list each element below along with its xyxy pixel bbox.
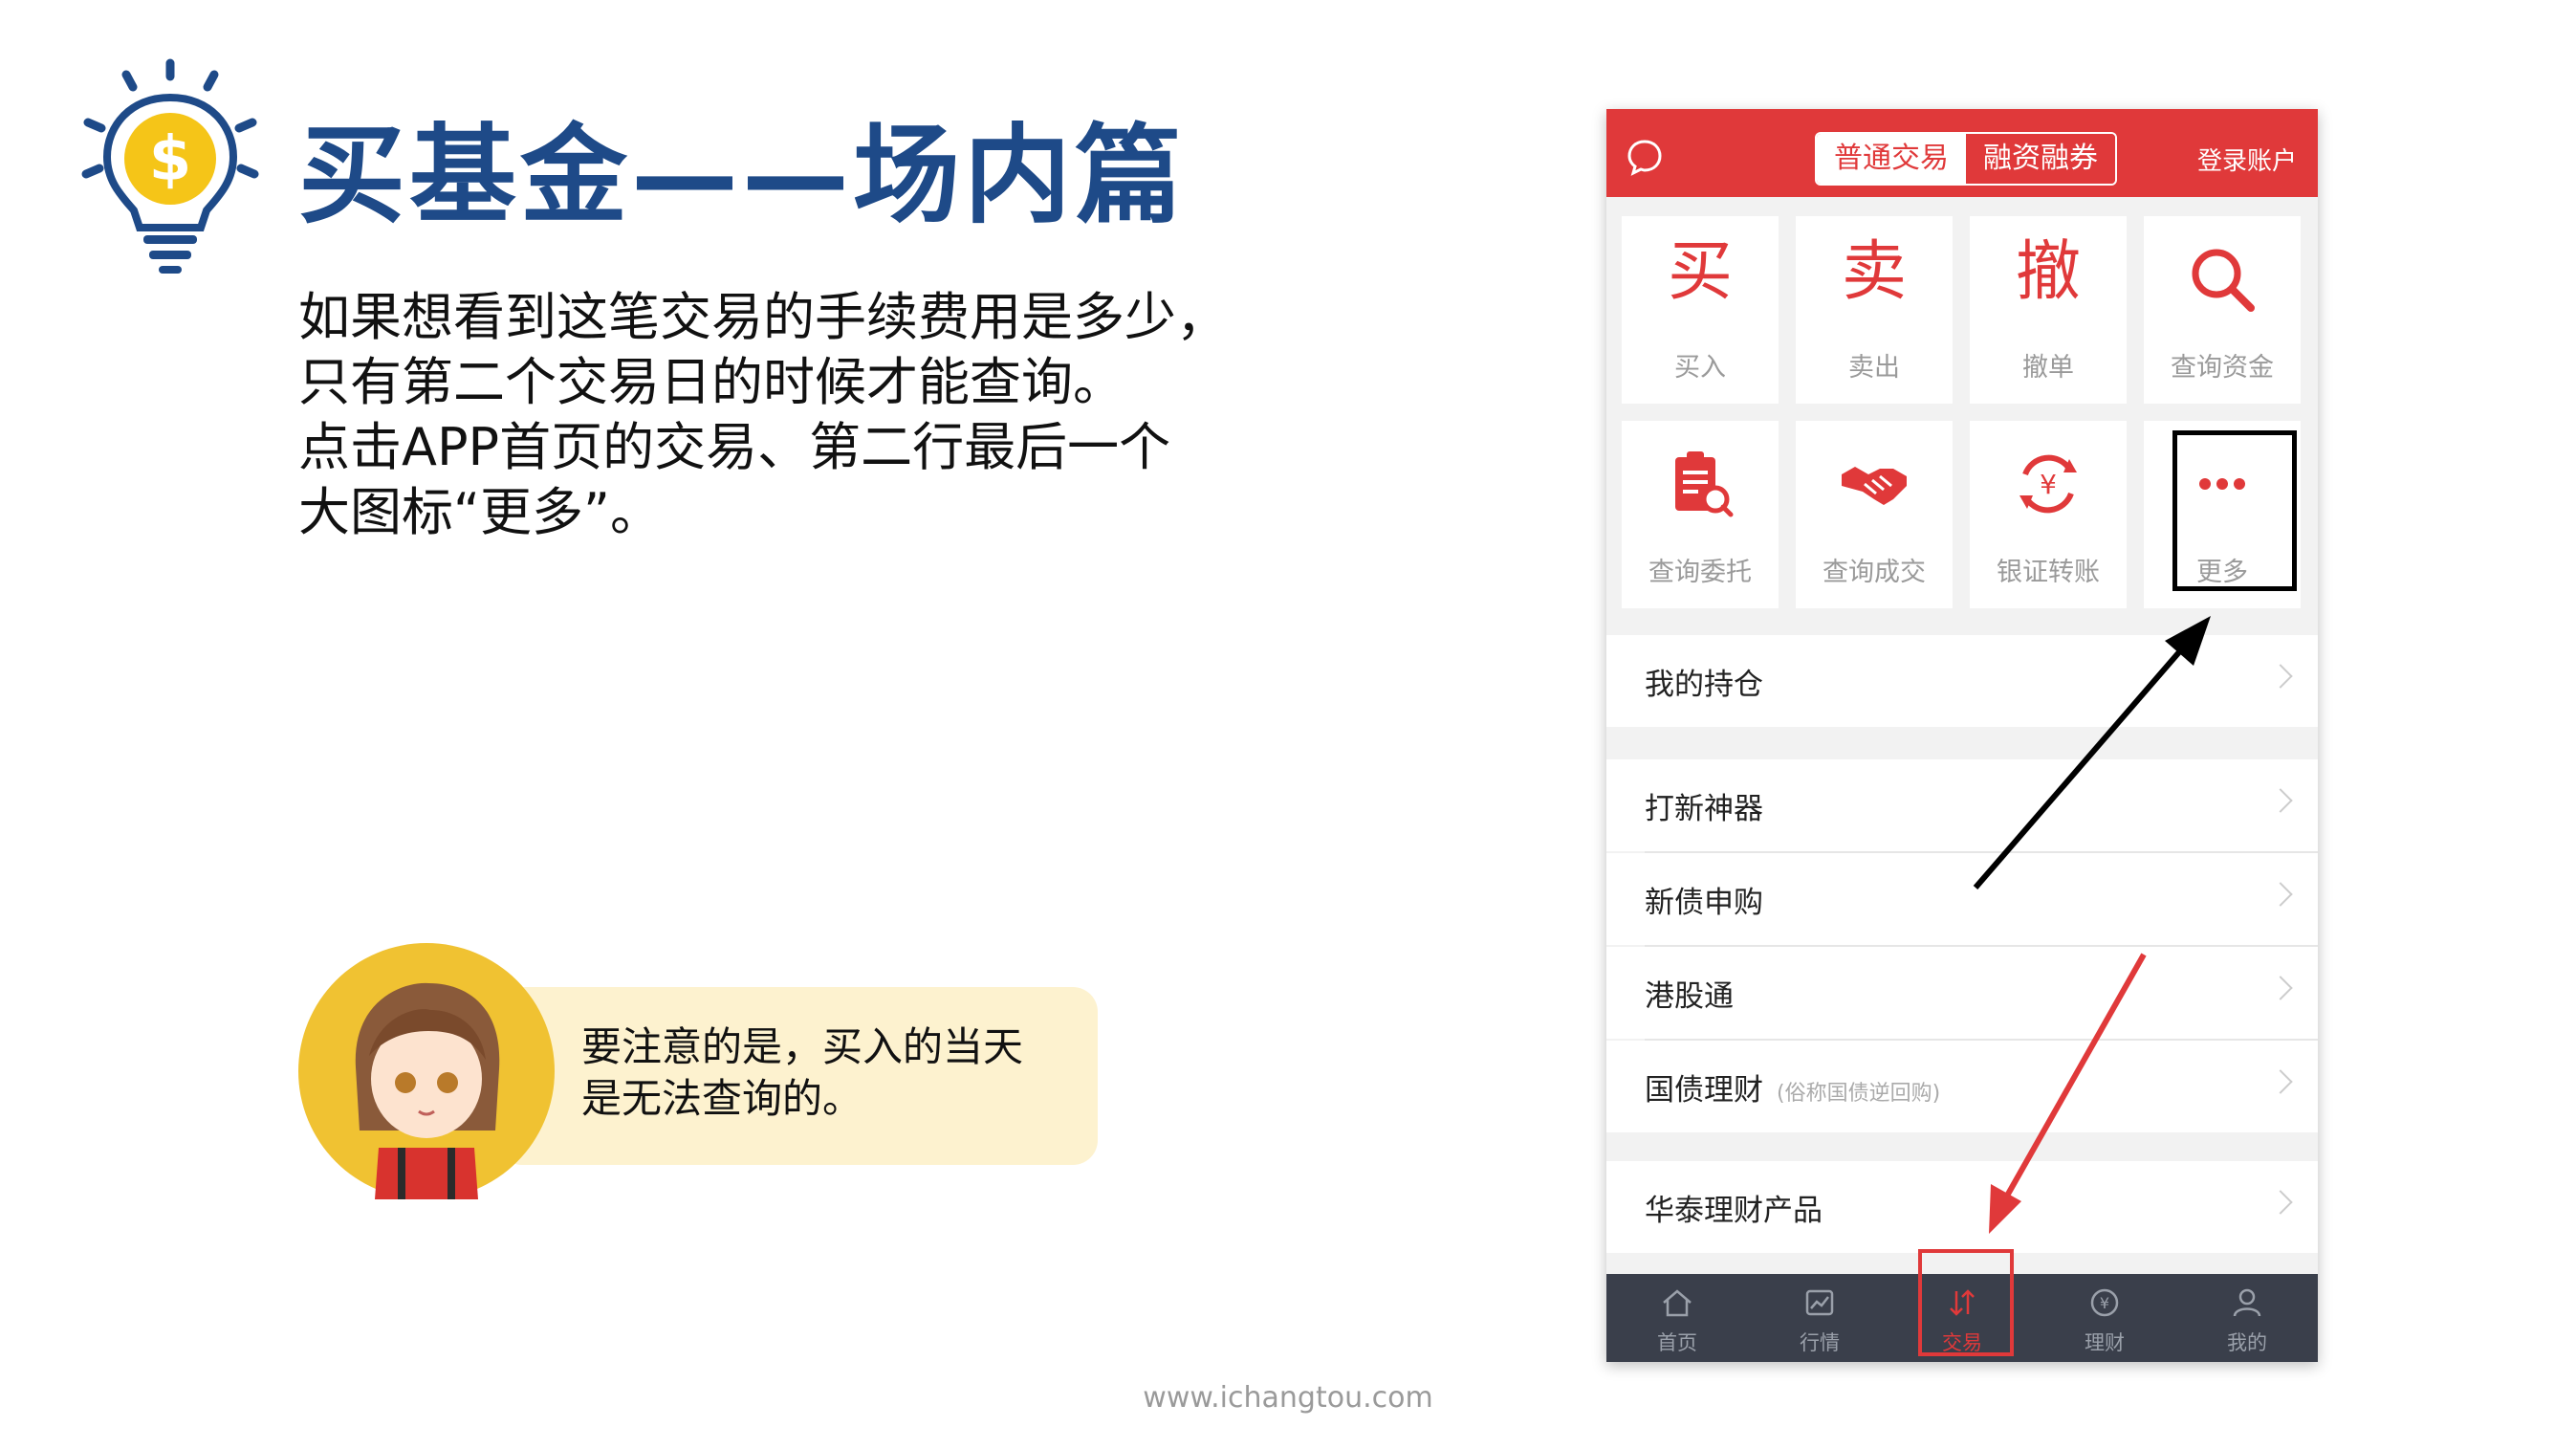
chevron-right-icon (2268, 976, 2293, 1000)
buy-glyph: 买 (1667, 234, 1733, 310)
page-title: 买基金——场内篇 (298, 114, 1186, 238)
tab-normal-trade[interactable]: 普通交易 (1817, 134, 1966, 184)
chevron-right-icon (2268, 788, 2293, 813)
list-item-label: 华泰理财产品 (1645, 1194, 1823, 1228)
tile-label: 查询委托 (1648, 558, 1752, 587)
list-item-wealth-products[interactable]: 华泰理财产品 (1606, 1161, 2318, 1253)
yen-transfer-icon: ¥ (2019, 454, 2077, 514)
tab-mine[interactable]: 我的 (2176, 1274, 2318, 1362)
chevron-right-icon (2268, 664, 2293, 689)
tab-label: 理财 (2085, 1331, 2125, 1354)
tip-line: 要注意的是，买入的当天 (581, 1023, 1024, 1070)
tile-label: 查询成交 (1823, 558, 1926, 587)
chart-icon (1805, 1289, 1834, 1316)
tab-label: 行情 (1800, 1331, 1840, 1354)
list-item-new-bond[interactable]: 新债申购 (1606, 853, 2318, 945)
list-item-holdings[interactable]: 我的持仓 (1606, 635, 2318, 727)
more-highlight-box (2172, 430, 2297, 591)
tab-wealth[interactable]: ¥ 理财 (2034, 1274, 2175, 1362)
tile-label: 银证转账 (1997, 558, 2100, 587)
chevron-right-icon (2268, 882, 2293, 907)
list-item-label: 打新神器 (1645, 792, 1763, 826)
chevron-right-icon (2268, 1190, 2293, 1215)
tile-query-orders[interactable]: 查询委托 (1622, 421, 1779, 608)
footer-url: www.ichangtou.com (1143, 1381, 1433, 1415)
chevron-right-icon (2268, 1069, 2293, 1094)
tab-label: 我的 (2227, 1331, 2267, 1354)
yen-circle-icon: ¥ (2090, 1288, 2119, 1317)
instruction-line: 如果想看到这笔交易的手续费用是多少， (298, 287, 1228, 347)
trade-tab-highlight-box (1918, 1249, 2014, 1356)
instruction-line: 只有第二个交易日的时候才能查询。 (298, 352, 1124, 412)
lightbulb-dollar-icon: $ (81, 58, 259, 274)
list-item-ipo[interactable]: 打新神器 (1606, 759, 2318, 851)
login-account-button[interactable]: 登录账户 (2197, 142, 2297, 177)
tile-label: 卖出 (1848, 353, 1900, 383)
tip-line: 是无法查询的。 (581, 1075, 863, 1122)
list-item-label: 新债申购 (1645, 886, 1763, 920)
list-item-label: 港股通 (1645, 979, 1734, 1014)
user-icon (2233, 1288, 2261, 1317)
tile-bank-transfer[interactable]: ¥ 银证转账 (1970, 421, 2127, 608)
treasury-note: (俗称国债逆回购) (1777, 1082, 1941, 1106)
tab-market[interactable]: 行情 (1749, 1274, 1890, 1362)
instruction-line: 点击APP首页的交易、第二行最后一个 (298, 417, 1171, 477)
home-icon (1663, 1289, 1692, 1317)
tile-label: 撤单 (2022, 353, 2074, 383)
tab-margin-trade[interactable]: 融资融券 (1966, 134, 2115, 184)
tab-label: 首页 (1657, 1331, 1697, 1354)
sell-glyph: 卖 (1841, 234, 1907, 310)
clipboard-search-icon (1675, 451, 1734, 517)
app-header: 普通交易 融资融券 登录账户 (1606, 109, 2318, 197)
svg-text:$: $ (149, 124, 192, 195)
tile-cancel[interactable]: 撤 撤单 (1970, 216, 2127, 404)
tile-buy[interactable]: 买 买入 (1622, 216, 1779, 404)
chat-bubble-icon[interactable] (1626, 138, 1664, 176)
svg-text:¥: ¥ (2040, 469, 2057, 500)
tile-query-funds[interactable]: 查询资金 (2144, 216, 2301, 404)
search-icon (2192, 249, 2255, 312)
instruction-text: 如果想看到这笔交易的手续费用是多少， 只有第二个交易日的时候才能查询。 点击AP… (298, 285, 1350, 545)
avatar (298, 943, 555, 1199)
tip-text: 要注意的是，买入的当天 是无法查询的。 (581, 1021, 1079, 1125)
tile-label: 查询资金 (2171, 353, 2274, 383)
tile-query-deals[interactable]: 查询成交 (1796, 421, 1953, 608)
list-item-treasury[interactable]: 国债理财 (俗称国债逆回购) (1606, 1041, 2318, 1132)
list-item-label: 国债理财 (俗称国债逆回购) (1645, 1065, 1940, 1109)
cancel-glyph: 撤 (2015, 234, 2081, 310)
treasury-label: 国债理财 (1645, 1073, 1763, 1108)
trade-mode-switch: 普通交易 融资融券 (1815, 132, 2117, 186)
svg-text:¥: ¥ (2100, 1294, 2109, 1312)
list-item-hk-connect[interactable]: 港股通 (1606, 947, 2318, 1039)
phone-screen: 普通交易 融资融券 登录账户 买 买入 卖 卖出 撤 撤单 查询资金 查询委托 … (1606, 109, 2318, 1362)
list-item-label: 我的持仓 (1645, 668, 1763, 702)
instruction-line: 大图标“更多”。 (298, 482, 662, 542)
tab-home[interactable]: 首页 (1606, 1274, 1748, 1362)
tile-sell[interactable]: 卖 卖出 (1796, 216, 1953, 404)
tile-label: 买入 (1674, 353, 1726, 383)
handshake-icon (1842, 467, 1907, 505)
